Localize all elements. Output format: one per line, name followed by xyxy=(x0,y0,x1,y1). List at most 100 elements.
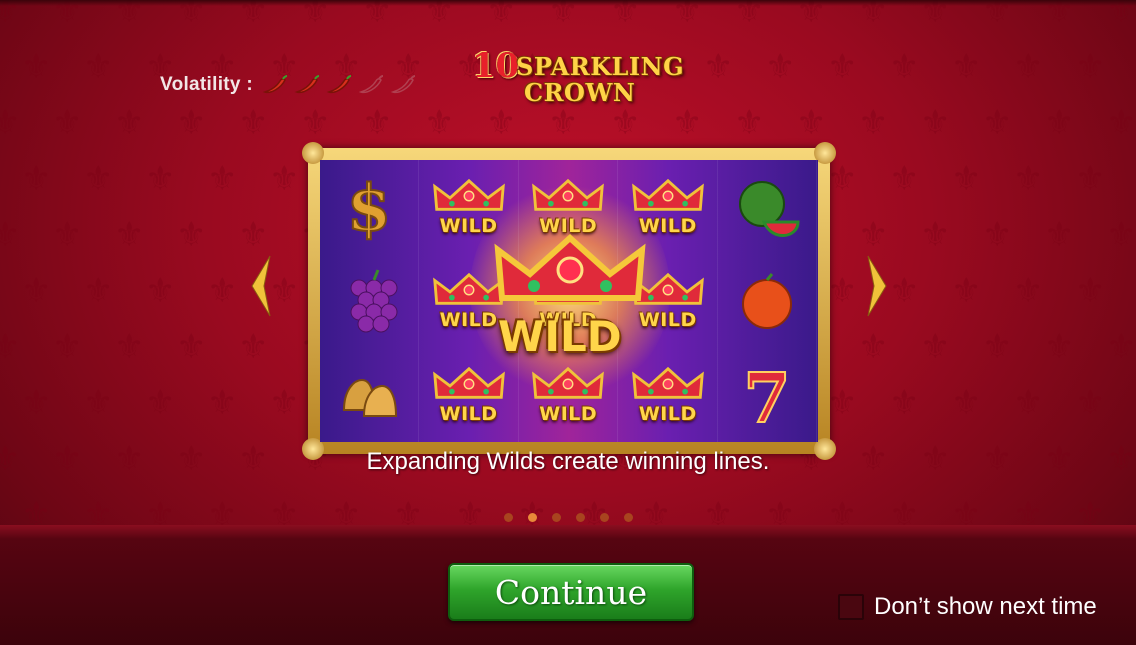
dollar-symbol: $ xyxy=(334,172,404,242)
wild-label: WILD xyxy=(638,309,697,331)
fleur-de-lis-icon: ⚜ xyxy=(951,383,982,423)
wild-label: WILD xyxy=(638,403,697,425)
wild-symbol: WILD xyxy=(629,177,707,237)
fleur-de-lis-icon: ⚜ xyxy=(114,327,145,367)
fleur-de-lis-icon: ⚜ xyxy=(21,159,52,199)
fleur-de-lis-icon: ⚜ xyxy=(269,383,300,423)
page-dot[interactable] xyxy=(552,513,561,522)
fleur-de-lis-icon: ⚜ xyxy=(145,159,176,199)
wild-label: WILD xyxy=(539,403,598,425)
reel-cell xyxy=(320,254,418,348)
fleur-de-lis-icon: ⚜ xyxy=(982,103,1013,143)
dollar-icon: $ xyxy=(346,172,393,242)
fleur-de-lis-icon: ⚜ xyxy=(114,215,145,255)
fleur-de-lis-icon: ⚜ xyxy=(1013,271,1044,311)
fleur-de-lis-icon: ⚜ xyxy=(21,383,52,423)
reel-cell: WILD xyxy=(519,348,617,442)
fleur-de-lis-icon: ⚜ xyxy=(207,383,238,423)
fleur-de-lis-icon: ⚜ xyxy=(486,103,517,143)
chili-pepper-empty-icon xyxy=(358,75,384,94)
fleur-de-lis-icon: ⚜ xyxy=(1044,215,1075,255)
fleur-de-lis-icon: ⚜ xyxy=(52,215,83,255)
fleur-de-lis-icon: ⚜ xyxy=(610,103,641,143)
chili-pepper-icon xyxy=(262,75,288,94)
page-dot[interactable] xyxy=(528,513,537,522)
seven-symbol: 7 xyxy=(732,360,802,430)
wild-label: WILD xyxy=(439,215,498,237)
fleur-de-lis-icon: ⚜ xyxy=(920,215,951,255)
reel-cell xyxy=(320,348,418,442)
bells-icon xyxy=(342,378,398,417)
fleur-de-lis-icon: ⚜ xyxy=(703,47,734,87)
fleur-de-lis-icon: ⚜ xyxy=(1075,47,1106,87)
reel-cell: WILD xyxy=(619,348,717,442)
page-dot[interactable] xyxy=(576,513,585,522)
fleur-de-lis-icon: ⚜ xyxy=(0,103,21,143)
fleur-de-lis-icon: ⚜ xyxy=(207,159,238,199)
svg-text:7: 7 xyxy=(744,360,791,430)
fleur-de-lis-icon: ⚜ xyxy=(238,215,269,255)
grapes-icon xyxy=(350,269,398,333)
reel-cell: 7 xyxy=(718,348,816,442)
dont-show-checkbox[interactable] xyxy=(838,594,864,620)
wild-label: WILD xyxy=(439,309,498,331)
fleur-de-lis-icon: ⚜ xyxy=(83,383,114,423)
fleur-de-lis-icon: ⚜ xyxy=(951,47,982,87)
dont-show-label: Don’t show next time xyxy=(874,593,1097,620)
reel-cell: WILD xyxy=(420,348,518,442)
fleur-de-lis-icon: ⚜ xyxy=(238,103,269,143)
fleur-de-lis-icon: ⚜ xyxy=(1075,383,1106,423)
fleur-de-lis-icon: ⚜ xyxy=(982,215,1013,255)
fleur-de-lis-icon: ⚜ xyxy=(207,271,238,311)
prev-arrow-icon[interactable] xyxy=(248,254,272,318)
continue-button[interactable]: Continue xyxy=(448,563,694,621)
seven-icon: 7 xyxy=(743,360,792,430)
orange-symbol xyxy=(732,266,802,336)
fleur-de-lis-icon: ⚜ xyxy=(858,215,889,255)
bells-symbol xyxy=(334,360,404,430)
reel-cell xyxy=(718,160,816,254)
next-arrow-icon[interactable] xyxy=(866,254,890,318)
fleur-de-lis-icon: ⚜ xyxy=(548,103,579,143)
reel-cell: $ xyxy=(320,160,418,254)
fleur-de-lis-icon: ⚜ xyxy=(920,103,951,143)
dont-show-option[interactable]: Don’t show next time xyxy=(838,593,1097,621)
crown-icon xyxy=(532,178,605,211)
chili-pepper-empty-icon xyxy=(390,75,416,94)
game-logo: 10 SPARKLING CROWN xyxy=(470,44,684,108)
page-dot[interactable] xyxy=(504,513,513,522)
grapes-symbol xyxy=(334,266,404,336)
page-indicator xyxy=(504,513,633,522)
fleur-de-lis-icon: ⚜ xyxy=(827,47,858,87)
chili-pepper-icon xyxy=(326,75,352,94)
wild-label: WILD xyxy=(439,403,498,425)
watermelon-symbol xyxy=(732,172,802,242)
fleur-de-lis-icon: ⚜ xyxy=(951,271,982,311)
page-dot[interactable] xyxy=(600,513,609,522)
volatility-label: Volatility : xyxy=(160,74,253,95)
wild-symbol: WILD xyxy=(430,177,508,237)
logo-number: 10 xyxy=(472,46,520,86)
preview-frame: $ WILD WILD WILD WILD WILD WILD WILD WILD WILD 7 WI… xyxy=(302,142,836,460)
fleur-de-lis-icon: ⚜ xyxy=(0,215,21,255)
fleur-de-lis-icon: ⚜ xyxy=(0,327,21,367)
fleur-de-lis-icon: ⚜ xyxy=(52,327,83,367)
fleur-de-lis-icon: ⚜ xyxy=(1013,383,1044,423)
page-dot[interactable] xyxy=(624,513,633,522)
fleur-de-lis-icon: ⚜ xyxy=(1013,159,1044,199)
fleur-de-lis-icon: ⚜ xyxy=(176,103,207,143)
fleur-de-lis-icon: ⚜ xyxy=(1075,159,1106,199)
fleur-de-lis-icon: ⚜ xyxy=(114,103,145,143)
watermelon-icon xyxy=(739,181,800,237)
big-crown-icon xyxy=(494,233,646,301)
crown-icon xyxy=(432,178,505,211)
wild-symbol: WILD xyxy=(430,365,508,425)
fleur-de-lis-icon: ⚜ xyxy=(1075,271,1106,311)
fleur-de-lis-icon: ⚜ xyxy=(83,159,114,199)
crown-icon xyxy=(631,178,704,211)
fleur-de-lis-icon: ⚜ xyxy=(176,215,207,255)
fleur-de-lis-icon: ⚜ xyxy=(145,271,176,311)
fleur-de-lis-icon: ⚜ xyxy=(424,103,455,143)
fleur-de-lis-icon: ⚜ xyxy=(83,271,114,311)
fleur-de-lis-icon: ⚜ xyxy=(269,271,300,311)
